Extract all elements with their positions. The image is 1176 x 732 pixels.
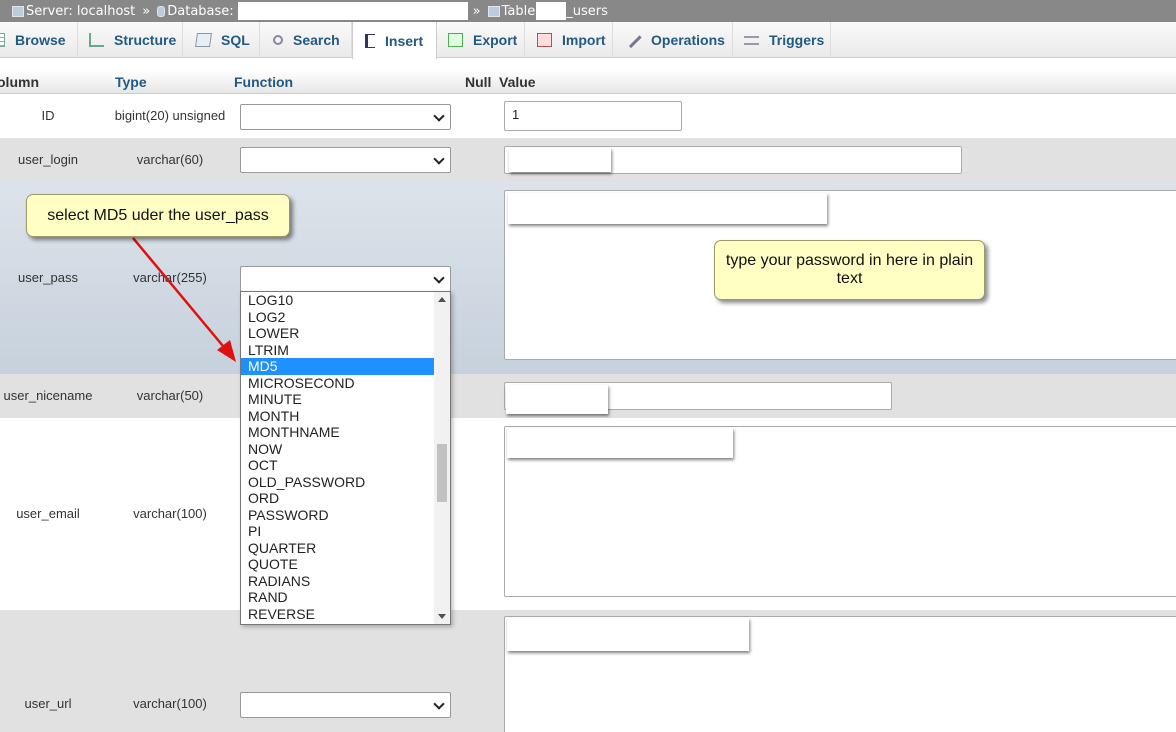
redacted-value [507, 428, 733, 458]
breadcrumb-separator: » [142, 3, 151, 19]
table-row-user-login: user_login varchar(60) [0, 138, 1176, 182]
server-icon [12, 5, 24, 17]
chevron-down-icon [433, 110, 445, 122]
redacted-table-prefix [536, 2, 567, 20]
table-row-user-email: user_email varchar(100) [0, 418, 1176, 610]
function-select-id[interactable] [240, 104, 451, 130]
field-type: bigint(20) unsigned [114, 108, 226, 123]
tab-bar: Browse Structure SQL Search Insert Expor… [0, 22, 1176, 59]
breadcrumb-table-suffix[interactable]: _users [566, 4, 608, 19]
field-name: user_email [16, 506, 80, 521]
dropdown-option[interactable]: RAND [241, 589, 434, 606]
breadcrumb: Server: localhost » Database: » Table _u… [0, 0, 1176, 22]
field-name: user_url [24, 696, 72, 711]
redacted-value [507, 618, 749, 651]
table-icon [487, 5, 500, 17]
field-type: varchar(100) [133, 696, 207, 711]
redacted-database-name [237, 2, 468, 20]
dropdown-scrollbar[interactable] [434, 292, 450, 624]
header-column: olumn [0, 74, 39, 90]
tab-search[interactable]: Search [261, 22, 352, 58]
browse-icon [0, 33, 5, 47]
function-dropdown-list[interactable]: LOG10 LOG2 LOWER LTRIM MD5 MICROSECOND MINUTE M… [240, 291, 451, 625]
search-icon [273, 35, 283, 45]
callout-select-md5: select MD5 uder the user_pass [26, 194, 290, 237]
tab-structure[interactable]: Structure [79, 22, 183, 58]
chevron-down-icon [433, 698, 445, 710]
function-select-user-url[interactable] [240, 692, 451, 718]
scroll-up-icon[interactable] [438, 297, 446, 302]
insert-icon [365, 33, 375, 48]
tab-sql[interactable]: SQL [184, 22, 260, 58]
breadcrumb-table[interactable]: Table [502, 4, 536, 19]
dropdown-option[interactable]: RADIANS [241, 573, 434, 590]
tab-operations[interactable]: Operations [613, 22, 733, 58]
callout-type-password: type your password in here in plain text [714, 240, 985, 300]
field-name: ID [41, 108, 55, 123]
dropdown-option[interactable]: LOG10 [241, 292, 434, 309]
table-header: olumn Type Function Null Value [0, 70, 1176, 94]
dropdown-option[interactable]: MINUTE [241, 391, 434, 408]
field-name: user_login [18, 152, 78, 167]
tab-export[interactable]: Export [437, 22, 525, 58]
dropdown-option[interactable]: LOG2 [241, 309, 434, 326]
header-null: Null [465, 74, 492, 90]
dropdown-option[interactable]: NOW [241, 441, 434, 458]
tab-triggers[interactable]: Triggers [733, 22, 831, 58]
dropdown-option[interactable]: MONTH [241, 408, 434, 425]
scroll-down-icon[interactable] [438, 614, 446, 619]
dropdown-options: LOG10 LOG2 LOWER LTRIM MD5 MICROSECOND MINUTE M… [241, 292, 434, 622]
database-icon [157, 5, 166, 17]
header-value: Value [499, 74, 536, 90]
triggers-icon [744, 35, 759, 45]
table-row-user-nicename: user_nicename varchar(50) [0, 374, 1176, 418]
export-icon [448, 33, 463, 47]
field-name: user_pass [18, 270, 78, 285]
breadcrumb-separator-2: » [472, 3, 481, 19]
chevron-down-icon [433, 272, 445, 284]
sql-icon [195, 33, 212, 47]
dropdown-option[interactable]: PASSWORD [241, 507, 434, 524]
header-function[interactable]: Function [234, 74, 293, 90]
wrench-icon [625, 31, 642, 49]
dropdown-option[interactable]: MONTHNAME [241, 424, 434, 441]
breadcrumb-server[interactable]: Server: localhost [26, 4, 135, 19]
table-row-id: ID bigint(20) unsigned 1 [0, 95, 1176, 138]
dropdown-option[interactable]: OLD_PASSWORD [241, 474, 434, 491]
dropdown-option[interactable]: PI [241, 523, 434, 540]
field-type: varchar(255) [133, 270, 207, 285]
redacted-value [508, 193, 827, 224]
breadcrumb-database[interactable]: Database: [167, 4, 233, 19]
field-name: user_nicename [3, 388, 93, 403]
field-type: varchar(100) [133, 506, 207, 521]
scrollbar-thumb[interactable] [437, 444, 447, 502]
value-input-id[interactable]: 1 [504, 101, 682, 131]
structure-icon [89, 33, 104, 47]
function-select-user-pass[interactable] [240, 266, 451, 292]
dropdown-option[interactable]: REVERSE [241, 606, 434, 623]
redacted-value [509, 148, 611, 172]
dropdown-option[interactable]: MICROSECOND [241, 375, 434, 392]
table-row-user-url: user_url varchar(100) [0, 610, 1176, 732]
function-select-user-login[interactable] [240, 147, 451, 173]
dropdown-option[interactable]: LTRIM [241, 342, 434, 359]
import-icon [537, 33, 552, 47]
dropdown-option[interactable]: QUARTER [241, 540, 434, 557]
redacted-value [506, 385, 608, 414]
header-type[interactable]: Type [115, 74, 147, 90]
dropdown-option[interactable]: LOWER [241, 325, 434, 342]
field-type: varchar(60) [136, 152, 204, 167]
dropdown-option[interactable]: MD5 [241, 358, 434, 375]
chevron-down-icon [433, 153, 445, 165]
dropdown-option[interactable]: QUOTE [241, 556, 434, 573]
field-type: varchar(50) [136, 388, 204, 403]
tab-insert[interactable]: Insert [352, 22, 437, 59]
tab-import[interactable]: Import [525, 22, 613, 58]
tab-browse[interactable]: Browse [0, 22, 78, 58]
dropdown-option[interactable]: OCT [241, 457, 434, 474]
dropdown-option[interactable]: ORD [241, 490, 434, 507]
